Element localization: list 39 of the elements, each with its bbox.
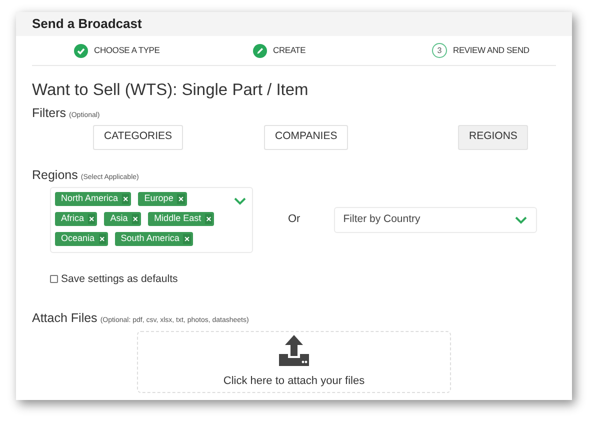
chevron-down-icon	[515, 216, 528, 224]
dropzone-text: Click here to attach your files	[223, 374, 365, 389]
tag-text: Africa	[61, 212, 84, 225]
pencil-circle-icon	[253, 44, 267, 58]
filter-button[interactable]: CATEGORIES	[93, 124, 184, 150]
filter-button[interactable]: REGIONS	[458, 124, 528, 150]
remove-tag-button[interactable]: ×	[177, 194, 185, 204]
remove-tag-button[interactable]: ×	[88, 214, 96, 224]
save-defaults-checkbox[interactable]	[50, 275, 58, 284]
regions-label: Regions	[32, 166, 78, 184]
page-heading: Want to Sell (WTS): Single Part / Item	[32, 80, 310, 100]
regions-select[interactable]: North America × Europe × Africa × Asia × Middle East × Oceania × South America ×	[50, 186, 253, 252]
filter-button[interactable]: COMPANIES	[264, 124, 348, 150]
remove-tag-button[interactable]: ×	[122, 194, 130, 204]
tag-text: South America	[120, 232, 180, 245]
filters-label: Filters	[32, 105, 66, 122]
tag-text: Europe	[144, 192, 174, 205]
save-defaults-label: Save settings as defaults	[61, 272, 178, 286]
window-title: Send a Broadcast	[32, 15, 142, 34]
or-text: Or	[288, 212, 300, 228]
check-circle-icon	[74, 44, 88, 58]
remove-tag-button[interactable]: ×	[98, 234, 106, 244]
remove-tag-button[interactable]: ×	[205, 214, 212, 224]
country-select[interactable]: Filter by Country	[334, 206, 538, 232]
remove-tag-button[interactable]: ×	[183, 234, 191, 244]
upload-tray-icon	[278, 335, 310, 366]
attach-label: Attach Files	[32, 310, 98, 328]
remove-tag-button[interactable]: ×	[132, 214, 140, 224]
tag-text: Middle East	[154, 212, 202, 225]
file-dropzone[interactable]: Click here to attach your files	[137, 331, 451, 393]
step-label: CHOOSE A TYPE	[94, 44, 160, 57]
step-label: REVIEW AND SEND	[453, 44, 530, 57]
step-label: CREATE	[273, 44, 306, 57]
tag-text: Asia	[110, 212, 128, 225]
tag-text: North America	[61, 192, 118, 205]
country-placeholder: Filter by Country	[343, 212, 420, 227]
step-number: 3	[432, 43, 447, 58]
tag-text: Oceania	[61, 232, 95, 245]
chevron-down-icon	[234, 196, 246, 204]
